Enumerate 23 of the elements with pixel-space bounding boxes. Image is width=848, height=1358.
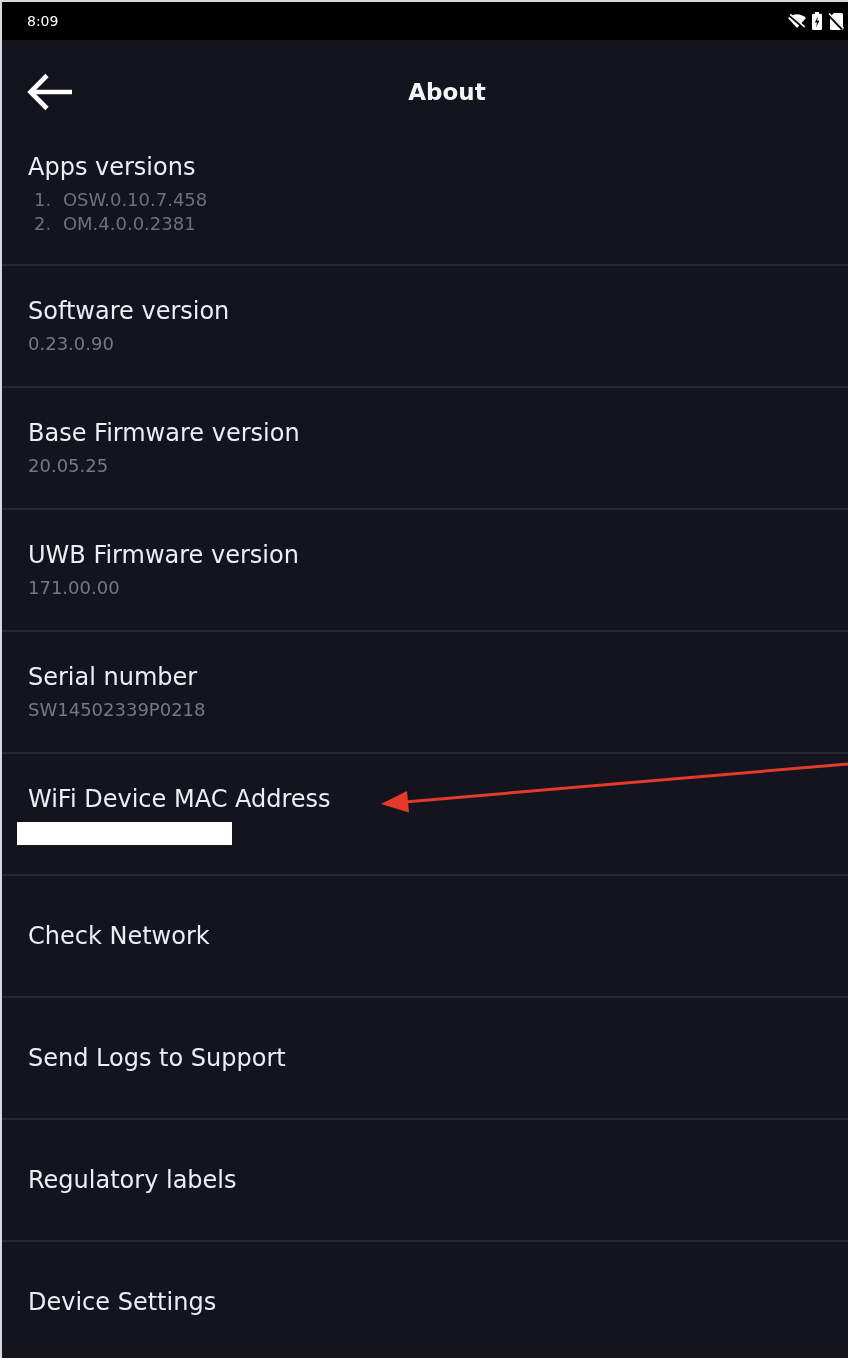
status-time: 8:09	[26, 12, 59, 30]
version-item: 1. OSW.0.10.7.458	[33, 188, 208, 212]
sim-off-icon	[828, 12, 844, 30]
info-label: Base Firmware version	[28, 418, 300, 448]
menu-item[interactable]: Check Network	[2, 876, 848, 996]
version-item: 2. OM.4.0.0.2381	[33, 212, 196, 236]
info-label: WiFi Device MAC Address	[28, 783, 331, 814]
back-button[interactable]	[26, 72, 74, 112]
info-label: UWB Firmware version	[28, 540, 299, 570]
info-label: Apps versions	[28, 152, 196, 182]
back-arrow-icon	[26, 72, 74, 112]
menu-item[interactable]: Send Logs to Support	[2, 998, 848, 1118]
info-value: 171.00.00	[28, 576, 120, 600]
info-value: 20.05.25	[28, 454, 109, 478]
battery-charging-icon	[812, 12, 822, 30]
info-label: Software version	[28, 296, 230, 326]
wifi-off-icon	[788, 14, 806, 28]
info-value: 0.23.0.90	[28, 332, 114, 356]
menu-item[interactable]: Device Settings	[2, 1242, 848, 1358]
info-value: SW14502339P0218	[28, 698, 206, 722]
menu-item[interactable]: Regulatory labels	[2, 1120, 848, 1240]
page-title: About	[407, 78, 487, 107]
info-label: Serial number	[28, 662, 198, 692]
